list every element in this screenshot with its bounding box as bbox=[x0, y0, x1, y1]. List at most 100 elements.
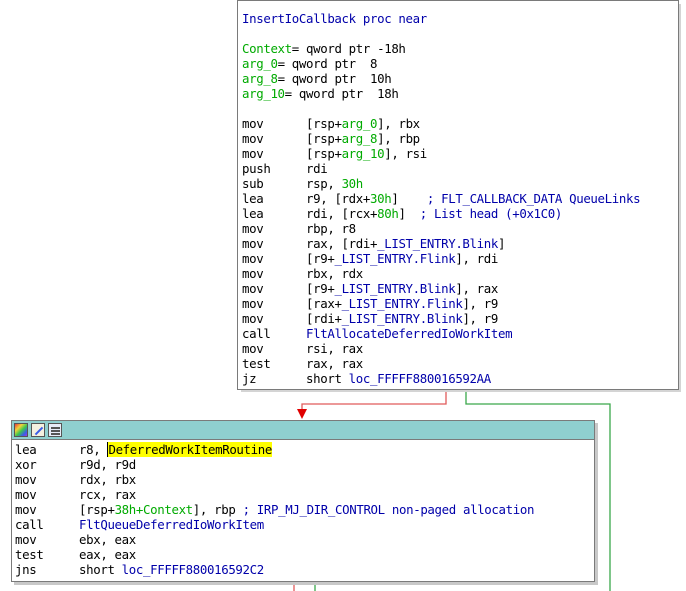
instruction-line[interactable]: call FltQueueDeferredIoWorkItem bbox=[15, 517, 534, 532]
operand: rax, rax bbox=[306, 356, 363, 371]
operand: r8, bbox=[79, 442, 108, 457]
stack-var-name[interactable]: Context bbox=[242, 41, 292, 56]
instruction-line[interactable]: mov rdx, rbx bbox=[15, 472, 534, 487]
instruction-line[interactable]: sub rsp, 30h bbox=[242, 176, 640, 191]
instruction-line[interactable]: mov rbx, rdx bbox=[242, 266, 640, 281]
operand-tail: ] bbox=[497, 236, 506, 251]
instruction-line[interactable]: mov [rsp+arg_0], rbx bbox=[242, 116, 640, 131]
operand: rbx, rdx bbox=[306, 266, 363, 281]
operand-symbol[interactable]: FltAllocateDeferredIoWorkItem bbox=[306, 326, 513, 341]
operand-symbol[interactable]: 80h bbox=[377, 206, 399, 221]
code-block-queue-workitem[interactable]: lea r8, DeferredWorkItemRoutine xor r9d, r9… bbox=[11, 420, 595, 582]
group-nodes-icon[interactable] bbox=[48, 423, 62, 437]
node-titlebar[interactable] bbox=[12, 421, 594, 440]
mnemonic: mov bbox=[242, 296, 264, 311]
operand: rsi, rax bbox=[306, 341, 363, 356]
stack-var-def: = qword ptr 10h bbox=[277, 71, 392, 86]
operand-symbol[interactable]: _LIST_ENTRY.Flink bbox=[334, 251, 455, 266]
instruction-line[interactable]: push rdi bbox=[242, 161, 640, 176]
comment: ; FLT_CALLBACK_DATA QueueLinks bbox=[398, 191, 641, 206]
operand-tail: ], rbp bbox=[377, 131, 420, 146]
operand: short bbox=[79, 562, 122, 577]
operand: rdx, rbx bbox=[79, 472, 136, 487]
instruction-line[interactable]: jz short loc_FFFFF880016592AA bbox=[242, 371, 640, 386]
operand: [rsp+ bbox=[306, 146, 342, 161]
operand: rdi, [rcx+ bbox=[306, 206, 378, 221]
operand-symbol[interactable]: arg_8 bbox=[342, 131, 378, 146]
stack-var-def: = qword ptr 8 bbox=[277, 56, 378, 71]
operand-symbol[interactable]: FltQueueDeferredIoWorkItem bbox=[79, 517, 264, 532]
instruction-line[interactable]: mov rbp, r8 bbox=[242, 221, 640, 236]
operand: rdi bbox=[306, 161, 328, 176]
mnemonic: test bbox=[242, 356, 271, 371]
instruction-line[interactable]: test rax, rax bbox=[242, 356, 640, 371]
mnemonic: mov bbox=[242, 341, 264, 356]
mnemonic: test bbox=[15, 547, 44, 562]
stack-var-name[interactable]: arg_8 bbox=[242, 71, 278, 86]
operand-symbol[interactable]: arg_10 bbox=[342, 146, 385, 161]
operand: rax, [rdi+ bbox=[306, 236, 378, 251]
operand-symbol[interactable]: _LIST_ENTRY.Blink bbox=[342, 311, 463, 326]
stack-var-line: arg_8= qword ptr 10h bbox=[242, 71, 640, 86]
operand-symbol[interactable]: loc_FFFFF880016592AA bbox=[349, 371, 492, 386]
instruction-line[interactable]: mov rax, [rdi+_LIST_ENTRY.Blink] bbox=[242, 236, 640, 251]
operand-symbol[interactable]: _LIST_ENTRY.Flink bbox=[342, 296, 463, 311]
mnemonic: mov bbox=[15, 532, 37, 547]
operand: short bbox=[306, 371, 349, 386]
stack-var-line: Context= qword ptr -18h bbox=[242, 41, 640, 56]
instruction-line[interactable]: mov [rsp+arg_10], rsi bbox=[242, 146, 640, 161]
operand: [r9+ bbox=[306, 281, 335, 296]
operand-symbol[interactable]: _LIST_ENTRY.Blink bbox=[334, 281, 455, 296]
instruction-line[interactable]: mov ebx, eax bbox=[15, 532, 534, 547]
mnemonic: lea bbox=[242, 206, 264, 221]
operand: rsp, bbox=[306, 176, 342, 191]
instruction-line[interactable]: test eax, eax bbox=[15, 547, 534, 562]
stack-var-line: arg_10= qword ptr 18h bbox=[242, 86, 640, 101]
instruction-line[interactable]: lea rdi, [rcx+80h] ; List head (+0x1C0) bbox=[242, 206, 640, 221]
color-palette-icon[interactable] bbox=[14, 423, 28, 437]
mnemonic: mov bbox=[242, 131, 264, 146]
comment: ; IRP_MJ_DIR_CONTROL non-paged allocatio… bbox=[235, 502, 535, 517]
instruction-line[interactable]: lea r8, DeferredWorkItemRoutine bbox=[15, 442, 534, 457]
operand-symbol[interactable]: _LIST_ENTRY.Blink bbox=[377, 236, 498, 251]
instruction-line[interactable]: call FltAllocateDeferredIoWorkItem bbox=[242, 326, 640, 341]
instruction-line[interactable]: mov rcx, rax bbox=[15, 487, 534, 502]
instruction-line[interactable]: mov [rsp+38h+Context], rbp ; IRP_MJ_DIR_C… bbox=[15, 502, 534, 517]
operand-symbol[interactable]: loc_FFFFF880016592C2 bbox=[122, 562, 265, 577]
stack-var-name[interactable]: arg_0 bbox=[242, 56, 278, 71]
mnemonic: mov bbox=[242, 281, 264, 296]
instruction-line[interactable]: mov rsi, rax bbox=[242, 341, 640, 356]
instruction-line[interactable]: mov [r9+_LIST_ENTRY.Flink], rdi bbox=[242, 251, 640, 266]
proc-name[interactable]: InsertIoCallback bbox=[242, 11, 356, 26]
instruction-line[interactable]: xor r9d, r9d bbox=[15, 457, 534, 472]
operand-var[interactable]: +Context bbox=[136, 502, 193, 517]
operand: [rdi+ bbox=[306, 311, 342, 326]
instruction-line[interactable]: mov [rsp+arg_8], rbp bbox=[242, 131, 640, 146]
rename-edit-icon[interactable] bbox=[31, 423, 45, 437]
instruction-line[interactable]: lea r9, [rdx+30h] ; FLT_CALLBACK_DATA Que… bbox=[242, 191, 641, 206]
code-block-insertiocallback[interactable]: InsertIoCallback proc near Context= qwor… bbox=[237, 0, 679, 390]
mnemonic: mov bbox=[15, 502, 37, 517]
instruction-line[interactable]: mov [r9+_LIST_ENTRY.Blink], rax bbox=[242, 281, 640, 296]
instruction-line[interactable]: mov [rdi+_LIST_ENTRY.Blink], r9 bbox=[242, 311, 640, 326]
operand: [rsp+ bbox=[306, 131, 342, 146]
operand-symbol[interactable]: 38h bbox=[115, 502, 137, 517]
operand-symbol[interactable]: arg_0 bbox=[342, 116, 378, 131]
operand-symbol[interactable]: 30h bbox=[342, 176, 364, 191]
operand: rcx, rax bbox=[79, 487, 136, 502]
mnemonic: call bbox=[242, 326, 271, 341]
operand-tail: ], rax bbox=[455, 281, 498, 296]
operand-tail: ], r9 bbox=[462, 311, 498, 326]
operand-symbol[interactable]: 30h bbox=[370, 191, 392, 206]
proc-header: InsertIoCallback proc near bbox=[242, 11, 427, 26]
mnemonic: mov bbox=[242, 236, 264, 251]
operand: [r9+ bbox=[306, 251, 335, 266]
mnemonic: jz bbox=[242, 371, 257, 386]
instruction-line[interactable]: jns short loc_FFFFF880016592C2 bbox=[15, 562, 534, 577]
mnemonic: mov bbox=[15, 472, 37, 487]
operand-tail: ], r9 bbox=[462, 296, 498, 311]
stack-var-name[interactable]: arg_10 bbox=[242, 86, 285, 101]
operand-symbol[interactable]: DeferredWorkItemRoutine bbox=[107, 442, 272, 457]
instruction-line[interactable]: mov [rax+_LIST_ENTRY.Flink], r9 bbox=[242, 296, 640, 311]
mnemonic: sub bbox=[242, 176, 264, 191]
